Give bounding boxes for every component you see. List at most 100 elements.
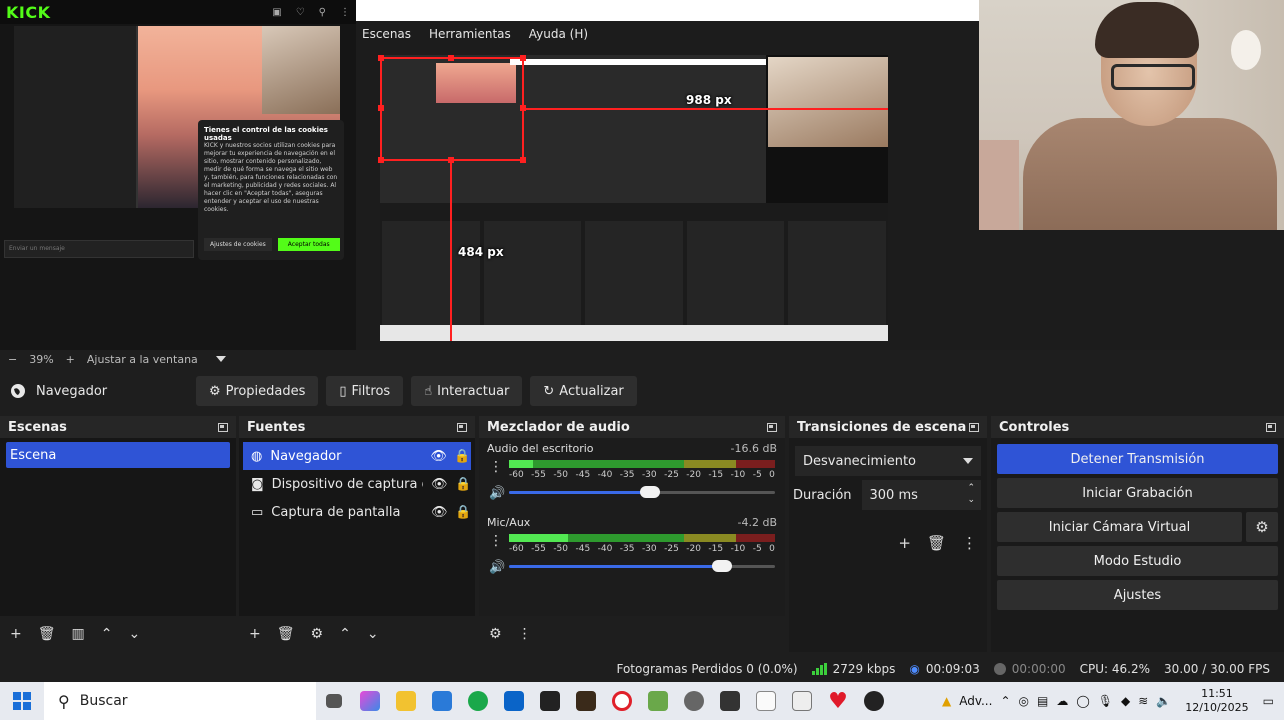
outlook-icon[interactable] xyxy=(496,682,532,720)
add-icon[interactable]: + xyxy=(249,626,261,642)
store-icon[interactable] xyxy=(424,682,460,720)
move-up-icon[interactable]: ⌃ xyxy=(339,626,351,642)
studio-mode-button[interactable]: Modo Estudio xyxy=(997,546,1278,576)
tray-icon[interactable]: ◯ xyxy=(1076,694,1089,708)
app-gray-icon[interactable] xyxy=(676,682,712,720)
resize-handle[interactable] xyxy=(520,157,526,163)
menu-icon[interactable]: ⋮ xyxy=(962,534,977,552)
stop-stream-button[interactable]: Detener Transmisión xyxy=(997,444,1278,474)
lock-icon[interactable]: 🔒 xyxy=(455,505,471,520)
undock-icon[interactable] xyxy=(969,422,979,432)
tray-icon[interactable]: ◎ xyxy=(1019,694,1029,708)
source-item[interactable]: ▭ Captura de pantalla 👁 🔒 xyxy=(243,498,471,526)
nested-webcam xyxy=(768,57,888,147)
obs-icon[interactable] xyxy=(856,682,892,720)
epic-games-icon[interactable] xyxy=(532,682,568,720)
interact-button[interactable]: ☝ Interactuar xyxy=(411,376,523,406)
globe-icon xyxy=(11,384,25,398)
chevron-up-icon[interactable]: ⌃ xyxy=(1000,694,1010,708)
refresh-button[interactable]: ↻ Actualizar xyxy=(530,376,637,406)
spin-down-icon[interactable]: ⌄ xyxy=(967,494,975,506)
microphone-icon[interactable]: 🎙 xyxy=(1098,694,1113,708)
wifi-icon[interactable]: ≋ xyxy=(1138,694,1148,708)
spin-up-icon[interactable]: ⌃ xyxy=(967,482,975,494)
move-down-icon[interactable]: ⌄ xyxy=(128,626,140,642)
properties-button[interactable]: ⚙ Propiedades xyxy=(196,376,319,406)
minecraft-icon[interactable] xyxy=(640,682,676,720)
copilot-icon[interactable] xyxy=(352,682,388,720)
file-explorer-icon[interactable] xyxy=(388,682,424,720)
selection-bounding-box[interactable] xyxy=(380,57,524,161)
fit-to-window[interactable]: Ajustar a la ventana xyxy=(87,353,198,366)
source-item[interactable]: ◙ Dispositivo de captura de v 👁 🔒 xyxy=(243,470,471,498)
filters-icon[interactable]: ▥ xyxy=(72,626,85,642)
channel-menu-icon[interactable]: ⋮ xyxy=(489,460,503,474)
speaker-icon[interactable]: 🔊 xyxy=(489,486,505,501)
gear-icon[interactable]: ⚙ xyxy=(311,626,324,642)
app-green-icon[interactable] xyxy=(460,682,496,720)
visibility-eye-icon[interactable]: 👁 xyxy=(431,477,448,492)
source-item[interactable]: ◍ Navegador 👁 🔒 xyxy=(243,442,471,470)
volume-icon[interactable]: 🔈 xyxy=(1156,694,1171,708)
zoom-out-button[interactable]: − xyxy=(8,353,17,366)
duration-spinbox[interactable]: 300 ms ⌃ ⌄ xyxy=(861,480,981,510)
undock-icon[interactable] xyxy=(218,422,228,432)
volume-slider[interactable] xyxy=(509,486,775,498)
app-white-icon[interactable] xyxy=(748,682,784,720)
location-icon[interactable]: ◆ xyxy=(1121,694,1130,708)
trash-icon[interactable]: 🗑 xyxy=(38,626,56,642)
clock[interactable]: 11:51 12/10/2025 xyxy=(1185,687,1248,715)
notifications-icon[interactable]: ▭ xyxy=(1263,694,1274,708)
filters-button[interactable]: ▯ Filtros xyxy=(326,376,404,406)
volume-slider-knob[interactable] xyxy=(712,560,732,572)
visibility-eye-icon[interactable]: 👁 xyxy=(431,505,448,520)
opera-icon[interactable] xyxy=(604,682,640,720)
settings-button[interactable]: Ajustes xyxy=(997,580,1278,610)
resize-handle[interactable] xyxy=(378,105,384,111)
speaker-icon[interactable]: 🔊 xyxy=(489,560,505,575)
add-icon[interactable]: + xyxy=(10,626,22,642)
windows-start-button[interactable] xyxy=(0,682,44,720)
volume-slider[interactable] xyxy=(509,560,775,572)
visibility-eye-icon[interactable]: 👁 xyxy=(430,449,447,464)
app-s-icon[interactable] xyxy=(712,682,748,720)
move-down-icon[interactable]: ⌄ xyxy=(367,626,379,642)
zoom-value: 39% xyxy=(29,352,54,366)
task-view-icon[interactable] xyxy=(316,682,352,720)
program-preview[interactable]: KICK ▣ ♡ ⚲ ⋮ Tienes el control de las co… xyxy=(0,0,1284,350)
app-bunny-icon[interactable] xyxy=(784,682,820,720)
gear-icon[interactable]: ⚙ xyxy=(1246,512,1278,542)
start-recording-button[interactable]: Iniciar Grabación xyxy=(997,478,1278,508)
resize-handle[interactable] xyxy=(378,55,384,61)
app-dark-icon[interactable] xyxy=(568,682,604,720)
tray-icon[interactable]: ▤ xyxy=(1037,694,1048,708)
duration-label: Duración xyxy=(793,487,852,503)
zoom-in-button[interactable]: + xyxy=(66,353,75,366)
undock-icon[interactable] xyxy=(457,422,467,432)
resize-handle[interactable] xyxy=(378,157,384,163)
resize-handle[interactable] xyxy=(520,55,526,61)
volume-slider-knob[interactable] xyxy=(640,486,660,498)
advanced-audio-icon[interactable]: ⚙ xyxy=(489,626,502,642)
channel-menu-icon[interactable]: ⋮ xyxy=(489,534,503,548)
virtual-camera-button[interactable]: Iniciar Cámara Virtual xyxy=(997,512,1242,542)
zoom-dropdown-icon[interactable] xyxy=(215,356,226,362)
resize-handle[interactable] xyxy=(448,55,454,61)
taskbar-search[interactable]: ⚲ Buscar xyxy=(44,682,316,720)
mini-chat-input: Enviar un mensaje xyxy=(4,240,194,258)
cloud-icon[interactable]: ☁ xyxy=(1056,694,1068,708)
add-icon[interactable]: + xyxy=(898,534,911,552)
lock-icon[interactable]: 🔒 xyxy=(454,449,470,464)
fps: 30.00 / 30.00 FPS xyxy=(1164,662,1270,676)
scene-item[interactable]: Escena xyxy=(6,442,230,468)
lock-icon[interactable]: 🔒 xyxy=(455,477,471,492)
heart-app-icon[interactable]: ♥ xyxy=(820,682,856,720)
move-up-icon[interactable]: ⌃ xyxy=(101,626,113,642)
trash-icon[interactable]: 🗑 xyxy=(927,534,946,552)
menu-icon[interactable]: ⋮ xyxy=(518,626,532,642)
undock-icon[interactable] xyxy=(1266,422,1276,432)
warning-icon[interactable]: ▲ xyxy=(942,694,951,708)
transition-select[interactable]: Desvanecimiento xyxy=(795,446,981,476)
undock-icon[interactable] xyxy=(767,422,777,432)
trash-icon[interactable]: 🗑 xyxy=(277,626,295,642)
